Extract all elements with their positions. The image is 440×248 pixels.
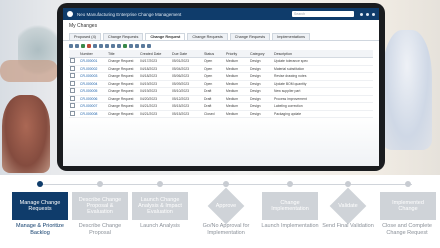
caption-close-complete: Close and Complete Change Request: [382, 223, 432, 236]
caption-launch-analysis: Launch Analysis: [140, 223, 180, 229]
settings-icon[interactable]: [147, 43, 151, 48]
filter-icon[interactable]: [105, 43, 109, 48]
screen-fade: [63, 116, 379, 166]
tab-change-request[interactable]: Change Request: [145, 33, 186, 40]
tab-change-requests-2[interactable]: Change Requests: [187, 33, 228, 40]
copy-icon[interactable]: [93, 43, 97, 48]
edit-icon[interactable]: [75, 43, 79, 48]
step-dot-2: [97, 181, 103, 187]
refresh-icon[interactable]: [117, 43, 121, 48]
breadcrumb: My Changes: [69, 22, 98, 29]
step-validate-label: Validate: [338, 202, 358, 209]
person-arm: [0, 60, 58, 82]
table-row[interactable]: CR-000002 Change Request 04/18/2023 05/04/2…: [69, 65, 373, 73]
help-icon[interactable]: [366, 12, 369, 16]
step-dot-4: [223, 181, 229, 187]
app-logo-icon: [67, 11, 73, 17]
attach-icon[interactable]: [129, 43, 133, 48]
approve-icon[interactable]: [81, 43, 85, 48]
paste-icon[interactable]: [99, 43, 103, 48]
column-header[interactable]: Created Date: [139, 50, 171, 58]
caption-describe-proposal: Describe Change Proposal: [78, 223, 122, 236]
table-row[interactable]: CR-000004 Change Request 04/19/2023 05/09/2…: [69, 80, 373, 88]
column-header[interactable]: Category: [249, 50, 273, 58]
tab-implementations[interactable]: Implementations: [272, 33, 310, 40]
row-checkbox[interactable]: [70, 73, 75, 79]
tab-change-requests-3[interactable]: Change Requests: [229, 33, 271, 40]
column-header[interactable]: Due Date: [171, 50, 203, 58]
table-row[interactable]: CR-000006 Change Request 04/20/2023 05/12/2…: [69, 95, 373, 103]
notification-icon[interactable]: [360, 12, 363, 16]
table-row[interactable]: CR-000005 Change Request 04/19/2023 05/10/2…: [69, 87, 373, 96]
step-dot-7: [405, 181, 411, 187]
person-silhouette: [2, 95, 50, 173]
row-checkbox[interactable]: [70, 65, 75, 71]
new-icon[interactable]: [69, 43, 73, 48]
table-row[interactable]: CR-000007 Change Request 04/21/2023 05/15/2…: [69, 102, 373, 111]
column-header[interactable]: Status: [203, 50, 225, 58]
row-checkbox[interactable]: [70, 110, 75, 116]
caption-manage-backlog: Manage & Prioritize Backlog: [16, 223, 64, 236]
column-header: [69, 50, 79, 58]
caption-approval: Go/No Approval for Implementation: [202, 223, 250, 236]
tab-proposed[interactable]: Proposed (4): [69, 33, 101, 40]
step-dot-3: [157, 181, 163, 187]
column-header[interactable]: Priority: [225, 50, 249, 58]
step-describe-change-proposal[interactable]: Describe Change Proposal & Evaluation: [72, 192, 128, 220]
row-checkbox[interactable]: [70, 95, 75, 101]
laptop: Neo Manufacturing Enterprise Change Mana…: [57, 3, 385, 171]
process-flow: Manage Change Requests Describe Change P…: [0, 175, 440, 248]
app-header: Neo Manufacturing Enterprise Change Mana…: [63, 8, 379, 20]
column-header[interactable]: Description: [273, 50, 373, 58]
table-row[interactable]: CR-000001 Change Request 04/17/2023 05/01/2…: [69, 57, 373, 66]
tab-bar: Proposed (4) Change Requests Change Requ…: [63, 31, 379, 41]
background-figure: [382, 30, 432, 150]
export-icon[interactable]: [111, 43, 115, 48]
table-row[interactable]: CR-000003 Change Request 04/18/2023 05/06/2…: [69, 72, 373, 81]
step-launch-change-analysis[interactable]: Launch Change Analysis & Impact Evaluati…: [132, 192, 188, 220]
step-approve-label: Approve: [215, 202, 237, 209]
column-header[interactable]: Title: [107, 50, 139, 58]
row-checkbox[interactable]: [70, 103, 75, 109]
app-title: Neo Manufacturing Enterprise Change Mana…: [77, 11, 182, 17]
step-change-implementation[interactable]: Change Implementation: [262, 192, 318, 220]
step-dot-6: [345, 181, 351, 187]
header-icons: [360, 12, 375, 16]
column-header[interactable]: Number: [79, 50, 107, 58]
step-implemented-change[interactable]: Implemented Change: [380, 192, 436, 220]
grid-header: Number Title Created Date Due Date Statu…: [69, 50, 373, 58]
row-checkbox[interactable]: [70, 58, 75, 64]
change-grid: Number Title Created Date Due Date Statu…: [69, 50, 373, 118]
search-input[interactable]: Search: [292, 11, 354, 17]
delete-icon[interactable]: [87, 43, 91, 48]
toolbar: [63, 41, 379, 50]
row-checkbox[interactable]: [70, 80, 75, 86]
step-dot-5: [287, 181, 293, 187]
row-checkbox[interactable]: [70, 88, 75, 94]
step-manage-change-requests[interactable]: Manage Change Requests: [12, 192, 68, 220]
laptop-screen: Neo Manufacturing Enterprise Change Mana…: [63, 8, 379, 166]
caption-final-validation: Send Final Validation: [322, 223, 374, 229]
step-dot-1: [37, 181, 43, 187]
user-avatar-icon[interactable]: [372, 12, 375, 16]
tab-change-requests[interactable]: Change Requests: [102, 33, 144, 40]
promote-icon[interactable]: [123, 43, 127, 48]
caption-launch-implementation: Launch Implementation: [261, 223, 319, 229]
report-icon[interactable]: [141, 43, 145, 48]
share-icon[interactable]: [135, 43, 139, 48]
